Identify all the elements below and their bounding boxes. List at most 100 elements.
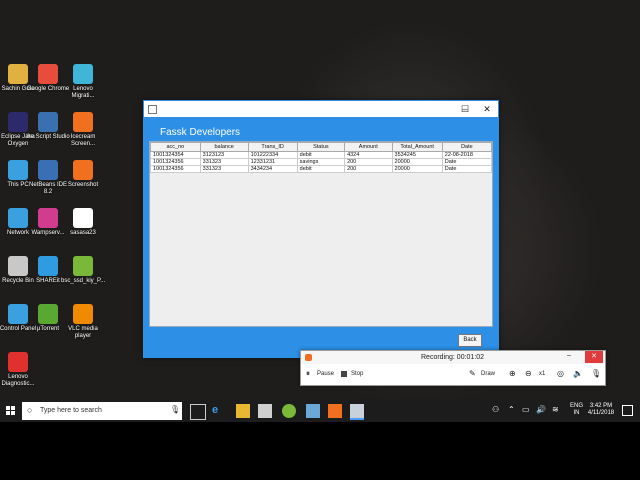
table-body: 1001324354 3123123 101222334 debit 4324 35342… <box>150 151 493 173</box>
table-cell[interactable]: debit <box>296 151 346 159</box>
action-center-icon[interactable] <box>622 405 633 416</box>
control-panel-icon <box>8 304 28 324</box>
desktop-icon-label: Lenovo Migrati... <box>71 86 95 99</box>
webm-video-icon <box>73 256 93 276</box>
zoom-out-icon[interactable]: ⊖ <box>525 369 532 378</box>
table-cell[interactable]: Date <box>441 165 493 173</box>
table-cell[interactable]: 3123123 <box>199 151 249 159</box>
recorder-app-icon <box>305 354 312 361</box>
table-cell[interactable]: 3534245 <box>391 151 443 159</box>
microphone-icon[interactable]: 🎙 <box>170 405 180 414</box>
language-indicator[interactable]: ENG IN <box>570 403 583 417</box>
table-cell[interactable]: 1001324356 <box>150 158 201 166</box>
file-icon <box>73 208 93 228</box>
table-cell[interactable]: 101222334 <box>247 151 298 159</box>
table-cell[interactable]: 331323 <box>199 165 249 173</box>
script-studio-icon <box>38 112 58 132</box>
clock[interactable]: 3:42 PM 4/11/2018 <box>586 403 616 417</box>
pencil-icon[interactable]: ✎ <box>469 369 476 378</box>
recorder-titlebar: Recording: 00:01:02 – ✕ <box>301 351 605 364</box>
store-icon[interactable] <box>258 404 272 418</box>
table-cell[interactable]: 200 <box>344 158 393 166</box>
stop-button[interactable]: Stop <box>351 371 363 377</box>
start-button[interactable] <box>6 406 16 416</box>
app-taskbar-icon[interactable] <box>306 404 320 418</box>
desktop-icon-label: Icecream Screen... <box>70 134 96 147</box>
table-cell[interactable]: 1001324354 <box>150 151 201 159</box>
speaker-icon[interactable]: 🔈 <box>573 369 583 378</box>
recorder-widget: Recording: 00:01:02 – ✕ ⏸ Pause Stop ✎ D… <box>300 350 606 386</box>
desktop-icon-label: sasasa23 <box>70 230 96 236</box>
column-header[interactable]: Amount <box>344 142 393 152</box>
desktop-icon-webm-video[interactable]: bsc_ssd_kiy_P... <box>61 256 105 285</box>
people-icon[interactable]: ⚇ <box>492 405 499 414</box>
table-cell[interactable]: 12331231 <box>247 158 298 166</box>
table-cell[interactable]: 20000 <box>391 158 443 166</box>
table-row[interactable]: 1001324356 331323 3434234 debit 200 20000 Date <box>150 165 493 173</box>
table-cell[interactable]: debit <box>296 165 346 173</box>
netbeans-icon <box>38 160 58 180</box>
task-view-icon[interactable] <box>190 404 206 420</box>
vlc-icon <box>73 304 93 324</box>
table-cell[interactable]: 1001324356 <box>150 165 201 173</box>
taskbar-search-box[interactable]: ○ Type here to search 🎙 <box>22 402 182 420</box>
network-icon[interactable]: ▭ <box>522 405 530 414</box>
window-titlebar[interactable]: – ☐ ✕ <box>144 101 498 117</box>
icecream-icon <box>73 112 93 132</box>
column-header[interactable]: Date <box>441 142 493 152</box>
column-header[interactable]: balance <box>199 142 249 152</box>
table-cell[interactable]: 331323 <box>199 158 249 166</box>
desktop-icon-file[interactable]: sasasa23 <box>61 208 105 237</box>
table-cell[interactable]: 22-08-2018 <box>441 151 493 159</box>
utorrent-taskbar-icon[interactable] <box>282 404 296 418</box>
close-button[interactable]: ✕ <box>476 101 498 117</box>
volume-icon[interactable]: 🔊 <box>536 405 546 414</box>
back-button[interactable]: Back <box>458 334 482 347</box>
desktop-icon-lenovo-diagnostics[interactable]: Lenovo Diagnostic... <box>0 352 40 388</box>
desktop-icon-label: bsc_ssd_kiy_P... <box>61 278 106 284</box>
column-header[interactable]: Total_Amount <box>391 142 443 152</box>
minimize-button-2[interactable] <box>432 101 454 117</box>
draw-button[interactable]: Draw <box>481 371 495 377</box>
column-header[interactable]: Status <box>296 142 346 152</box>
table-cell[interactable]: 200 <box>344 165 393 173</box>
microphone-icon[interactable]: 🎙 <box>591 369 601 378</box>
pause-icon[interactable]: ⏸ <box>306 369 310 379</box>
table-panel: acc_no balance Trans_ID Status Amount Total_A… <box>149 141 493 327</box>
recorder-minimize-button[interactable]: – <box>567 352 571 359</box>
icecream-taskbar-icon[interactable] <box>328 404 342 418</box>
desktop-icon-screenshot[interactable]: Screenshot <box>61 160 105 189</box>
edge-icon[interactable]: e <box>212 404 226 418</box>
zoom-in-icon[interactable]: ⊕ <box>509 369 516 378</box>
java-taskbar-icon[interactable] <box>350 404 364 420</box>
table-row[interactable]: 1001324354 3123123 101222334 debit 4324 35342… <box>150 151 493 159</box>
table-cell[interactable]: 20000 <box>391 165 443 173</box>
desktop-icon-vlc[interactable]: VLC media player <box>61 304 105 340</box>
file-explorer-icon[interactable] <box>236 404 250 418</box>
wifi-icon[interactable]: ≋ <box>552 405 559 414</box>
desktop-icon-lenovo-migration[interactable]: Lenovo Migrati... <box>61 64 105 100</box>
maximize-button[interactable]: ☐ <box>454 101 476 117</box>
table-cell[interactable]: 4324 <box>344 151 393 159</box>
zoom-level: x1 <box>539 371 546 377</box>
desktop-icon-label: VLC media player <box>68 326 98 339</box>
search-icon: ○ <box>27 405 33 415</box>
network-icon <box>8 208 28 228</box>
table-cell[interactable]: Date <box>441 158 493 166</box>
table-cell[interactable]: 3434234 <box>247 165 298 173</box>
column-header[interactable]: Trans_ID <box>247 142 298 152</box>
show-hidden-icons-icon[interactable]: ⌃ <box>508 405 515 414</box>
shareit-icon <box>38 256 58 276</box>
desktop-icon-icecream[interactable]: Icecream Screen... <box>61 112 105 148</box>
table-cell[interactable]: savings <box>296 158 346 166</box>
stop-icon[interactable] <box>341 371 347 377</box>
webcam-icon[interactable]: ◎ <box>557 369 564 378</box>
java-app-icon <box>148 105 157 114</box>
column-header[interactable]: acc_no <box>150 142 201 152</box>
desktop-icon-label: Screenshot <box>67 182 99 188</box>
desktop-icon-label: Lenovo Diagnostic... <box>1 374 35 387</box>
pause-button[interactable]: Pause <box>317 371 334 377</box>
table-row[interactable]: 1001324356 331323 12331231 savings 200 20000 D… <box>150 158 493 166</box>
recorder-close-button[interactable]: ✕ <box>585 351 603 363</box>
user-folder-icon <box>8 64 28 84</box>
